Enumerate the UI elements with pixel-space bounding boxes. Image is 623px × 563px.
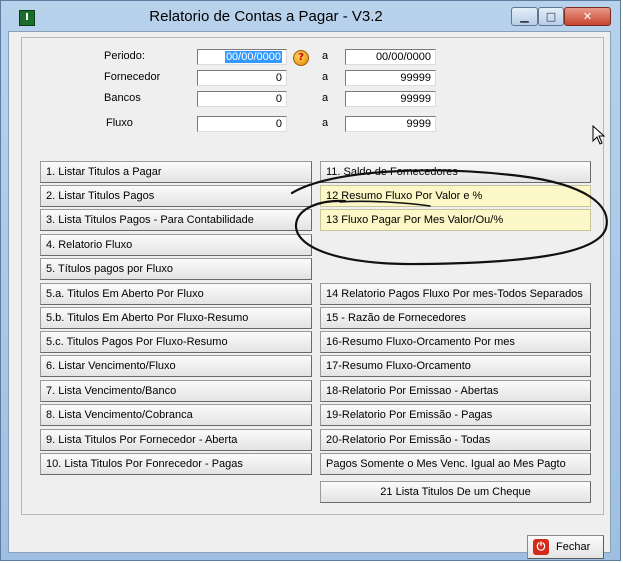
bancos-separator: a (322, 92, 329, 104)
periodo-from-value: 00/00/0000 (224, 51, 282, 63)
report-button-1[interactable]: 1. Listar Titulos a Pagar (40, 161, 312, 183)
close-window-button[interactable]: ✕ (564, 7, 611, 26)
report-button-17[interactable]: 17-Resumo Fluxo-Orcamento (320, 355, 591, 377)
report-button-pagos-mes[interactable]: Pagos Somente o Mes Venc. Igual ao Mes P… (320, 453, 591, 475)
report-button-18[interactable]: 18-Relatorio Por Emissao - Abertas (320, 380, 591, 402)
periodo-separator: a (322, 50, 329, 62)
bancos-from-input[interactable]: 0 (197, 91, 287, 107)
report-button-5[interactable]: 5. Títulos pagos por Fluxo (40, 258, 312, 280)
report-button-6[interactable]: 6. Listar Vencimento/Fluxo (40, 355, 312, 377)
report-button-12[interactable]: 12 Resumo Fluxo Por Valor e % (320, 185, 591, 207)
report-button-4[interactable]: 4. Relatorio Fluxo (40, 234, 312, 256)
periodo-from-input[interactable]: 00/00/0000 (197, 49, 287, 65)
periodo-to-input[interactable]: 00/00/0000 (345, 49, 436, 65)
fornecedor-separator: a (322, 71, 329, 83)
report-button-7[interactable]: 7. Lista Vencimento/Banco (40, 380, 312, 402)
power-icon: ⏻ (533, 539, 549, 555)
periodo-label: Periodo: (104, 50, 145, 62)
report-button-2[interactable]: 2. Listar Titulos Pagos (40, 185, 312, 207)
mouse-cursor-icon (592, 125, 606, 145)
bancos-to-input[interactable]: 99999 (345, 91, 436, 107)
report-button-8[interactable]: 8. Lista Vencimento/Cobranca (40, 404, 312, 426)
fornecedor-to-input[interactable]: 99999 (345, 70, 436, 86)
report-button-16[interactable]: 16-Resumo Fluxo-Orcamento Por mes (320, 331, 591, 353)
fluxo-label: Fluxo (106, 117, 133, 129)
help-icon[interactable]: ? (293, 50, 309, 66)
window-title: Relatorio de Contas a Pagar - V3.2 (149, 8, 383, 25)
fornecedor-from-input[interactable]: 0 (197, 70, 287, 86)
bancos-label: Bancos (104, 92, 141, 104)
report-button-3[interactable]: 3. Lista Titulos Pagos - Para Contabilid… (40, 209, 312, 231)
maximize-button[interactable]: □ (538, 7, 564, 26)
fornecedor-label: Fornecedor (104, 71, 161, 83)
fechar-label: Fechar (556, 541, 591, 553)
fluxo-separator: a (322, 117, 329, 129)
report-button-5c[interactable]: 5.c. Titulos Pagos Por Fluxo-Resumo (40, 331, 312, 353)
report-button-13[interactable]: 13 Fluxo Pagar Por Mes Valor/Ou/% (320, 209, 591, 231)
report-button-5a[interactable]: 5.a. Titulos Em Aberto Por Fluxo (40, 283, 312, 305)
report-button-14[interactable]: 14 Relatorio Pagos Fluxo Por mes-Todos S… (320, 283, 591, 305)
fluxo-to-input[interactable]: 9999 (345, 116, 436, 132)
report-button-20[interactable]: 20-Relatorio Por Emissão - Todas (320, 429, 591, 451)
fluxo-from-input[interactable]: 0 (197, 116, 287, 132)
report-button-10[interactable]: 10. Lista Titulos Por Fonrecedor - Pagas (40, 453, 312, 475)
minimize-button[interactable]: ▁ (511, 7, 538, 26)
title-bar[interactable]: I Relatorio de Contas a Pagar - V3.2 ▁ □… (1, 1, 620, 33)
report-button-5b[interactable]: 5.b. Titulos Em Aberto Por Fluxo-Resumo (40, 307, 312, 329)
report-button-11[interactable]: 11. Saldo de Fornecedores (320, 161, 591, 183)
report-button-15[interactable]: 15 - Razão de Fornecedores (320, 307, 591, 329)
report-button-9[interactable]: 9. Lista Titulos Por Fornecedor - Aberta (40, 429, 312, 451)
report-button-19[interactable]: 19-Relatorio Por Emissão - Pagas (320, 404, 591, 426)
fechar-button[interactable]: ⏻ Fechar (527, 535, 604, 559)
report-button-21[interactable]: 21 Lista Titulos De um Cheque (320, 481, 591, 503)
